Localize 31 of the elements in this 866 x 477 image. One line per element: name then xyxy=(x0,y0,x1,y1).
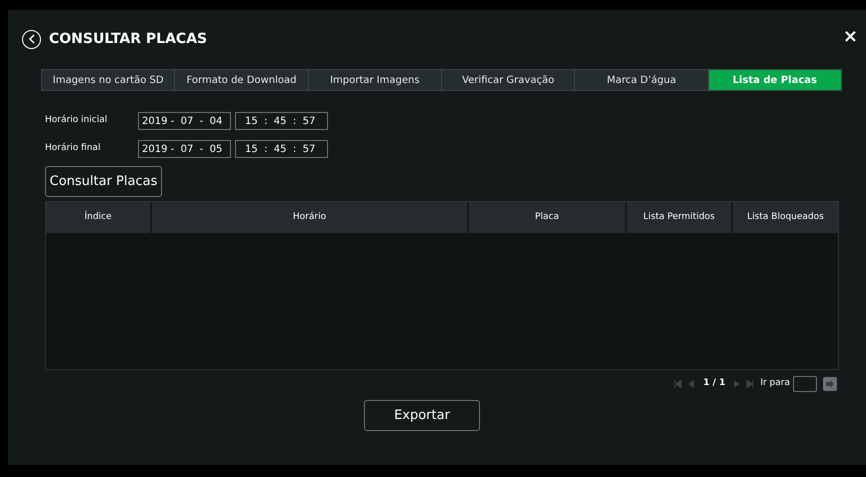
tab[interactable]: Verificar Gravação xyxy=(442,70,576,90)
page-indicator: 1 / 1 xyxy=(703,377,726,390)
back-button[interactable] xyxy=(22,30,41,48)
column-header: Índice xyxy=(46,202,152,233)
column-header: Lista Permitidos xyxy=(627,202,733,233)
last-page-icon[interactable] xyxy=(746,380,754,388)
column-header: Horário xyxy=(152,202,469,233)
chevron-left-icon xyxy=(28,34,36,44)
go-button[interactable] xyxy=(823,377,837,391)
first-page-icon[interactable] xyxy=(674,380,682,388)
tab[interactable]: Marca D’água xyxy=(575,70,709,90)
tab[interactable]: Imagens no cartão SD xyxy=(42,70,176,90)
field-label: Horário final xyxy=(45,142,102,156)
column-header: Placa xyxy=(469,202,627,233)
time-field[interactable]: 15 : 45 : 57 xyxy=(235,140,328,158)
time-field[interactable]: 15 : 45 : 57 xyxy=(235,112,328,130)
column-header: Lista Bloqueados xyxy=(746,210,825,224)
window-title: CONSULTAR PLACAS xyxy=(49,30,208,48)
previous-page-icon[interactable] xyxy=(688,380,694,388)
query-button[interactable]: Consultar Placas xyxy=(45,166,162,197)
goto-label: Ir para xyxy=(760,377,790,390)
tab[interactable]: Formato de Download xyxy=(175,70,309,90)
date-field[interactable]: 2019 - 07 - 05 xyxy=(138,140,231,158)
page-input[interactable] xyxy=(793,376,817,392)
date-field[interactable]: 2019 - 07 - 04 xyxy=(138,112,231,130)
tab[interactable]: Importar Imagens xyxy=(308,70,442,90)
arrow-right-icon xyxy=(826,380,834,388)
close-button[interactable]: × xyxy=(842,28,858,46)
export-button[interactable]: Exportar xyxy=(364,400,480,431)
next-page-icon[interactable] xyxy=(734,380,740,388)
field-label: Horário inicial xyxy=(45,114,108,128)
